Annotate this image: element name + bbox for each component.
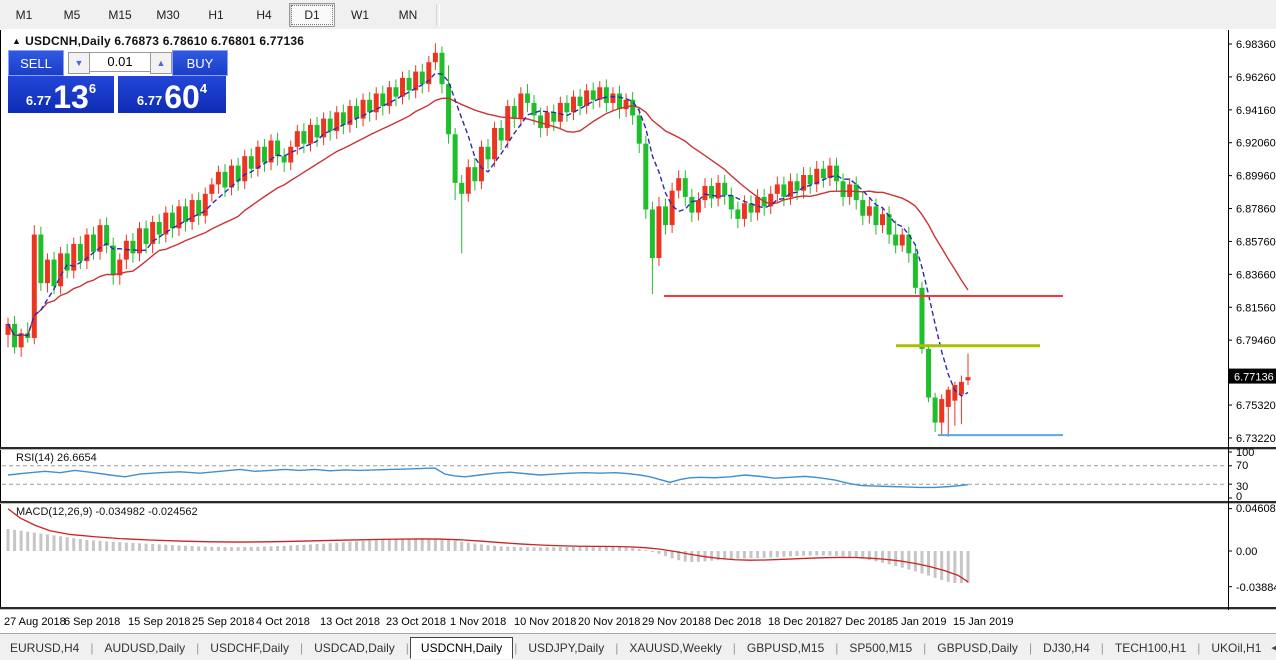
date-axis-label: 15 Sep 2018 bbox=[128, 616, 190, 628]
bid-price-big: 13 bbox=[53, 84, 89, 110]
tab-separator: | bbox=[1101, 641, 1104, 655]
svg-text:6.94160: 6.94160 bbox=[1236, 105, 1276, 117]
svg-text:6.81560: 6.81560 bbox=[1236, 302, 1276, 314]
ask-price-small: 6.77 bbox=[137, 93, 162, 108]
date-axis-label: 13 Oct 2018 bbox=[320, 616, 380, 628]
tab-separator: | bbox=[1029, 641, 1032, 655]
date-axis-label: 8 Dec 2018 bbox=[705, 616, 761, 628]
tab-tech100-h1[interactable]: TECH100,H1 bbox=[1105, 638, 1196, 658]
date-axis-label: 20 Nov 2018 bbox=[578, 616, 640, 628]
svg-text:0: 0 bbox=[1236, 491, 1242, 503]
chevron-down-icon: ▼ bbox=[75, 58, 84, 68]
tab-usdjpy-daily[interactable]: USDJPY,Daily bbox=[518, 638, 614, 658]
tab-separator: | bbox=[406, 641, 409, 655]
svg-text:70: 70 bbox=[1236, 460, 1248, 472]
date-axis-label: 10 Nov 2018 bbox=[514, 616, 576, 628]
date-axis-label: 4 Oct 2018 bbox=[256, 616, 310, 628]
volume-increase-button[interactable]: ▲ bbox=[150, 52, 172, 74]
tab-separator: | bbox=[835, 641, 838, 655]
svg-text:100: 100 bbox=[1236, 447, 1254, 459]
svg-text:6.96260: 6.96260 bbox=[1236, 72, 1276, 84]
tab-eurusd-h4[interactable]: EURUSD,H4 bbox=[0, 638, 89, 658]
tab-separator: | bbox=[1197, 641, 1200, 655]
bid-price-button[interactable]: 6.77136 bbox=[8, 76, 114, 113]
tab-separator: | bbox=[90, 641, 93, 655]
tab-ukoil-h1[interactable]: UKOil,H1 bbox=[1201, 638, 1271, 658]
svg-text:6.73220: 6.73220 bbox=[1236, 433, 1276, 445]
bid-price-sup: 6 bbox=[89, 81, 96, 96]
tab-separator: | bbox=[300, 641, 303, 655]
svg-text:0.00: 0.00 bbox=[1236, 546, 1257, 558]
volume-input[interactable]: 0.01 bbox=[89, 52, 151, 72]
current-price-tag: 6.77136 bbox=[1234, 372, 1274, 384]
date-axis-label: 15 Jan 2019 bbox=[953, 616, 1014, 628]
svg-text:6.89960: 6.89960 bbox=[1236, 171, 1276, 183]
tab-usdcad-daily[interactable]: USDCAD,Daily bbox=[304, 638, 405, 658]
svg-text:6.92060: 6.92060 bbox=[1236, 138, 1276, 150]
date-axis-label: 25 Sep 2018 bbox=[192, 616, 254, 628]
bid-price-small: 6.77 bbox=[26, 93, 51, 108]
svg-text:6.79460: 6.79460 bbox=[1236, 335, 1276, 347]
macd-label: MACD(12,26,9) -0.034982 -0.024562 bbox=[16, 506, 198, 518]
tab-separator: | bbox=[923, 641, 926, 655]
svg-text:0.04608: 0.04608 bbox=[1236, 503, 1276, 515]
svg-text:-0.038842: -0.038842 bbox=[1236, 582, 1276, 594]
tab-sp500-m15[interactable]: SP500,M15 bbox=[839, 638, 922, 658]
tab-gbpusd-daily[interactable]: GBPUSD,Daily bbox=[927, 638, 1028, 658]
tab-separator: | bbox=[615, 641, 618, 655]
tab-separator: | bbox=[196, 641, 199, 655]
tab-audusd-daily[interactable]: AUDUSD,Daily bbox=[94, 638, 195, 658]
svg-text:6.85760: 6.85760 bbox=[1236, 236, 1276, 248]
ask-price-big: 60 bbox=[164, 84, 200, 110]
tab-dj30-h4[interactable]: DJ30,H4 bbox=[1033, 638, 1100, 658]
ask-price-sup: 4 bbox=[200, 81, 207, 96]
buy-button[interactable]: BUY bbox=[172, 50, 228, 76]
mt4-window: M1M5M15M30H1H4D1W1MN 6.983606.962606.941… bbox=[0, 0, 1276, 660]
ask-price-button[interactable]: 6.77604 bbox=[118, 76, 226, 113]
one-click-trade-panel: SELL ▼ 0.01 ▲ BUY 6.77136 6.77604 bbox=[8, 50, 226, 113]
volume-decrease-button[interactable]: ▼ bbox=[68, 52, 90, 74]
date-axis-label: 29 Nov 2018 bbox=[642, 616, 704, 628]
date-axis-label: 18 Dec 2018 bbox=[768, 616, 830, 628]
chart-title: ▲ USDCNH,Daily 6.76873 6.78610 6.76801 6.… bbox=[12, 34, 304, 48]
chevron-up-icon: ▲ bbox=[157, 58, 166, 68]
sell-button[interactable]: SELL bbox=[8, 50, 64, 76]
date-axis-label: 1 Nov 2018 bbox=[450, 616, 506, 628]
chart-tab-bar: EURUSD,H4|AUDUSD,Daily|USDCHF,Daily|USDC… bbox=[0, 633, 1276, 660]
svg-text:6.75320: 6.75320 bbox=[1236, 400, 1276, 412]
date-axis-label: 23 Oct 2018 bbox=[386, 616, 446, 628]
collapse-arrow-icon[interactable]: ▲ bbox=[12, 36, 21, 46]
tab-separator: | bbox=[514, 641, 517, 655]
date-axis-label: 6 Sep 2018 bbox=[64, 616, 120, 628]
tab-xauusd-weekly[interactable]: XAUUSD,Weekly bbox=[619, 638, 731, 658]
date-axis-label: 27 Aug 2018 bbox=[4, 616, 66, 628]
tab-usdcnh-daily[interactable]: USDCNH,Daily bbox=[410, 637, 513, 659]
tab-usdchf-daily[interactable]: USDCHF,Daily bbox=[200, 638, 299, 658]
date-axis-label: 5 Jan 2019 bbox=[892, 616, 946, 628]
svg-text:6.87860: 6.87860 bbox=[1236, 204, 1276, 216]
tab-separator: | bbox=[733, 641, 736, 655]
date-axis-label: 27 Dec 2018 bbox=[830, 616, 892, 628]
chart-title-text: USDCNH,Daily 6.76873 6.78610 6.76801 6.7… bbox=[25, 34, 304, 48]
svg-text:6.98360: 6.98360 bbox=[1236, 39, 1276, 51]
tab-gbpusd-m15[interactable]: GBPUSD,M15 bbox=[737, 638, 834, 658]
tab-scroll-left-icon[interactable]: ◂ bbox=[1271, 642, 1276, 654]
rsi-label: RSI(14) 26.6654 bbox=[16, 452, 97, 464]
svg-text:6.83660: 6.83660 bbox=[1236, 269, 1276, 281]
